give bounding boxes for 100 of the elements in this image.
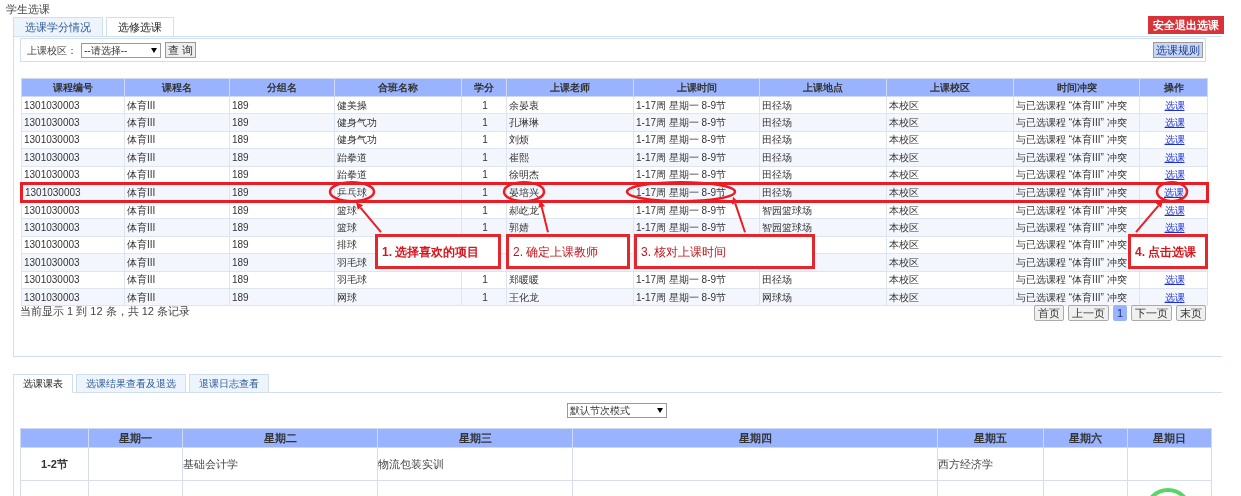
table-cell: 智园篮球场 [762,222,812,234]
tab[interactable]: 选课结果查看及退选 [76,374,186,393]
table-cell: 刘烦 [509,134,529,146]
table-cell: 健美操 [337,99,367,111]
table-cell: 田径场 [762,99,792,111]
column-header: 时间冲突 [1013,78,1140,97]
table-cell: 189 [232,222,249,234]
tab[interactable]: 选修选课 [106,17,174,37]
select-link[interactable]: 选课 [1164,151,1185,163]
select-link[interactable]: 选课 [1164,117,1185,129]
pager-button[interactable]: 末页 [1176,305,1206,321]
table-cell: 本校区 [889,222,919,234]
table-cell: 田径场 [762,151,792,163]
field-label: 上课校区： [27,43,77,58]
column-header: 学分 [461,78,507,97]
table-cell: 郝屹龙 [509,205,539,217]
column-header: 上课地点 [759,78,887,97]
table-cell: 1301030003 [24,134,80,146]
mode-select[interactable]: 默认节次模式 [567,403,667,418]
table-cell: 1-17周 星期一 8-9节 [636,168,727,180]
search-button[interactable]: 查 询 [165,42,197,58]
table-cell: 1-17周 星期一 8-9节 [636,134,727,146]
tab[interactable]: 选课学分情况 [13,17,103,37]
table-cell: 1301030003 [24,239,80,251]
pager-button[interactable]: 下一页 [1131,305,1172,321]
table-cell: 本校区 [889,151,919,163]
table-cell: 跆拳道 [337,151,367,163]
table-cell: 1 [482,134,488,146]
table-cell: 跆拳道 [337,168,367,180]
table-cell: 本校区 [889,186,919,198]
pager-button[interactable]: 首页 [1033,305,1064,321]
table-cell: 体育III [127,186,156,198]
table-cell: 体育III [127,205,156,217]
column-header: 星期三 [377,428,573,448]
table-cell: 体育III [127,117,156,129]
table-cell: 1 [482,117,488,129]
table-cell: 田径场 [762,186,792,198]
exit-button[interactable]: 安全退出选课 [1148,16,1224,34]
rules-button[interactable]: 选课规则 [1153,42,1203,58]
campus-select[interactable]: --请选择-- [81,42,161,58]
table-cell: 田径场 [762,117,792,129]
pager-button[interactable]: 1 [1112,305,1127,321]
page-title: 学生选课 [6,2,50,17]
table-cell: 体育III [127,99,156,111]
table-cell: 本校区 [889,274,919,286]
column-header: 上课时间 [633,78,760,97]
table-cell: 本校区 [889,117,919,129]
table-cell: 与已选课程 “体育III” 冲突 [1016,239,1127,251]
table-cell: 1-17周 星期一 8-9节 [636,151,727,163]
caret-icon [151,47,157,53]
table-cell: 1301030003 [24,274,80,286]
table-cell: 1301030003 [24,151,80,163]
table-cell: 健身气功 [337,117,377,129]
table-cell: 田径场 [762,274,792,286]
table-cell: 189 [232,239,249,251]
table-cell: 189 [232,99,249,111]
column-header: 星期五 [937,428,1044,448]
period-label: 1-2节 [41,457,68,470]
callout-label: 2. 确定上课教师 [506,234,630,270]
table-cell: 智园篮球场 [762,205,812,217]
table-cell: 乒乓球 [337,186,367,198]
column-header: 上课校区 [886,78,1014,97]
table-cell: 体育III [127,274,156,286]
column-header: 课程名 [124,78,230,97]
caret-icon [657,408,663,413]
select-link[interactable]: 选课 [1164,186,1184,198]
column-header: 分组名 [229,78,335,97]
table-cell: 189 [232,134,249,146]
table-cell: 1301030003 [24,205,80,217]
tab[interactable]: 退课日志查看 [189,374,269,393]
table-cell: 1 [482,151,488,163]
select-link[interactable]: 选课 [1164,222,1185,234]
table-cell: 田径场 [762,168,792,180]
table-cell: 余晏衷 [509,99,539,111]
table-cell: 田径场 [762,134,792,146]
column-header: 星期四 [572,428,938,448]
table-cell: 与已选课程 “体育III” 冲突 [1016,274,1127,286]
tab[interactable]: 选课课表 [13,374,73,393]
callout-label: 1. 选择喜欢的项目 [375,234,501,270]
table-cell: 与已选课程 “体育III” 冲突 [1016,99,1127,111]
table-cell: 本校区 [889,291,919,303]
table-cell: 王化龙 [509,291,539,303]
table-cell: 189 [232,274,249,286]
table-cell: 本校区 [889,239,919,251]
table-cell: 1 [482,99,488,111]
table-cell: 健身气功 [337,134,377,146]
column-header: 星期二 [182,428,378,448]
table-cell: 郑暖暖 [509,274,539,286]
table-cell: 189 [232,168,249,180]
table-cell: 与已选课程 “体育III” 冲突 [1016,256,1127,268]
table-cell: 羽毛球 [337,274,367,286]
table-cell: 与已选课程 “体育III” 冲突 [1016,117,1127,129]
table-cell: 189 [232,186,249,198]
table-cell: 体育III [127,168,156,180]
pager-button[interactable]: 上一页 [1067,305,1109,321]
table-cell: 1301030003 [24,99,80,111]
table-cell: 西方经济学 [938,457,993,470]
table-cell: 本校区 [889,134,919,146]
table-cell: 本校区 [889,205,919,217]
column-header: 星期日 [1127,428,1212,448]
